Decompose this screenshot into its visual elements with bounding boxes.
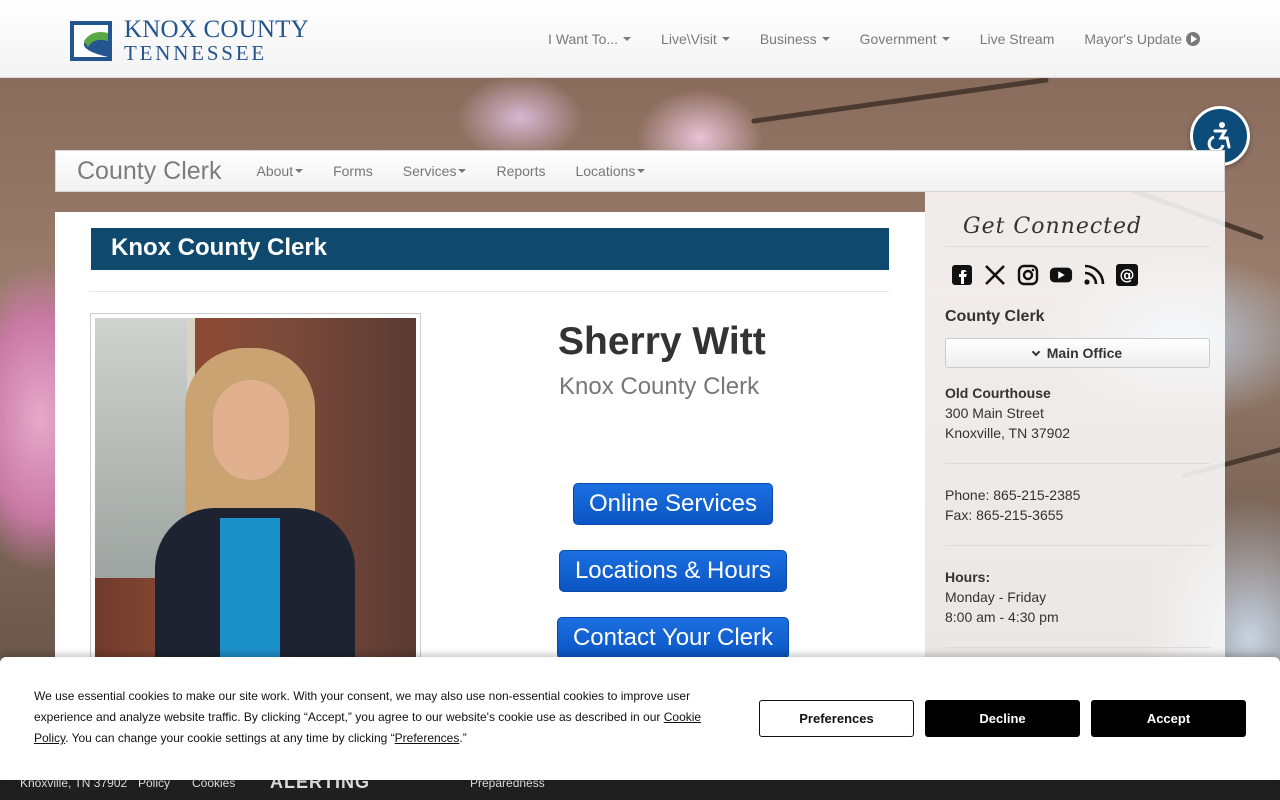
phone-number: Phone: 865-215-2385: [945, 487, 1081, 503]
divider: [945, 246, 1210, 247]
county-logo-icon: [70, 20, 112, 61]
subnav-label: Services: [402, 163, 457, 179]
divider: [945, 463, 1210, 464]
section-nav: County Clerk About Forms Services Report…: [55, 150, 1225, 192]
subnav-services[interactable]: Services: [403, 163, 467, 179]
subnav-label: About: [256, 163, 294, 179]
caret-down-icon: [941, 37, 950, 41]
clerk-role: Knox County Clerk: [559, 373, 760, 400]
branch-decoration: [751, 78, 1049, 124]
rss-icon[interactable]: [1082, 263, 1106, 287]
nav-label: Live Stream: [979, 31, 1055, 47]
divider: [945, 647, 1210, 648]
subnav-about[interactable]: About: [257, 163, 304, 179]
dropdown-label: Main Office: [1046, 345, 1123, 361]
nav-live-visit[interactable]: Live\Visit: [661, 31, 730, 47]
nav-label: I Want To...: [548, 31, 619, 47]
fax-number: Fax: 865-215-3655: [945, 507, 1064, 523]
nav-business[interactable]: Business: [760, 31, 830, 47]
divider: [945, 545, 1210, 546]
nav-i-want-to[interactable]: I Want To...: [548, 31, 632, 47]
caret-down-icon: [637, 169, 646, 173]
cookie-banner: We use essential cookies to make our sit…: [0, 657, 1280, 780]
facebook-icon[interactable]: [950, 263, 974, 287]
address-street: 300 Main Street: [945, 405, 1044, 421]
hours-label: Hours:: [945, 569, 991, 585]
main-nav: I Want To... Live\Visit Business Governm…: [548, 31, 1200, 47]
preferences-button[interactable]: Preferences: [759, 700, 914, 737]
subnav-locations[interactable]: Locations: [575, 163, 646, 179]
nav-label: Business: [759, 31, 817, 47]
subnav-reports[interactable]: Reports: [496, 163, 545, 179]
divider: [89, 291, 889, 292]
site-logo[interactable]: KNOX COUNTY TENNESSEE: [70, 17, 309, 64]
nav-label: Mayor's Update: [1084, 31, 1182, 47]
contact-clerk-button[interactable]: Contact Your Clerk: [557, 617, 789, 659]
cookie-text-2: . You can change your cookie settings at…: [65, 731, 395, 745]
instagram-icon[interactable]: [1016, 263, 1040, 287]
office-dropdown[interactable]: Main Office: [945, 338, 1210, 368]
nav-label: Live\Visit: [661, 31, 717, 47]
nav-live-stream[interactable]: Live Stream: [980, 31, 1055, 47]
x-icon[interactable]: [983, 263, 1007, 287]
subnav-label: Locations: [575, 163, 636, 179]
main-content: Knox County Clerk Sherry Witt Knox Count…: [55, 212, 925, 683]
get-connected-heading: Get Connected: [963, 214, 1143, 239]
decline-button[interactable]: Decline: [925, 700, 1080, 737]
sidebar: Get Connected @ County Clerk Main Office…: [925, 192, 1225, 682]
nav-label: Government: [859, 31, 937, 47]
play-circle-icon: [1186, 32, 1200, 46]
logo-line1: KNOX COUNTY: [124, 16, 309, 43]
page-title: Knox County Clerk: [91, 228, 889, 270]
hours-time: 8:00 am - 4:30 pm: [945, 609, 1059, 625]
subnav-label: Reports: [496, 163, 546, 179]
address-name: Old Courthouse: [945, 385, 1051, 401]
caret-down-icon: [295, 169, 304, 173]
caret-down-icon: [721, 37, 730, 41]
section-brand[interactable]: County Clerk: [77, 157, 222, 186]
subnav-label: Forms: [333, 163, 373, 179]
address-city: Knoxville, TN 37902: [945, 425, 1071, 441]
sidebar-section-title: County Clerk: [945, 308, 1045, 325]
subnav-forms[interactable]: Forms: [333, 163, 373, 179]
logo-line2: TENNESSEE: [124, 41, 268, 65]
caret-down-icon: [623, 37, 632, 41]
chevron-down-icon: [1031, 347, 1041, 356]
social-links: @: [950, 263, 1139, 287]
youtube-icon[interactable]: [1049, 263, 1073, 287]
nav-government[interactable]: Government: [860, 31, 950, 47]
caret-down-icon: [821, 37, 830, 41]
clerk-name: Sherry Witt: [558, 320, 766, 363]
cookie-message: We use essential cookies to make our sit…: [34, 686, 724, 749]
wheelchair-icon: [1207, 122, 1231, 151]
cookie-text-1: We use essential cookies to make our sit…: [34, 689, 691, 724]
svg-text:@: @: [1120, 266, 1135, 284]
preferences-link[interactable]: Preferences: [395, 731, 460, 745]
email-icon[interactable]: @: [1115, 263, 1139, 287]
caret-down-icon: [458, 169, 467, 173]
clerk-photo: [90, 313, 421, 683]
locations-hours-button[interactable]: Locations & Hours: [559, 550, 787, 592]
hours-days: Monday - Friday: [945, 589, 1047, 605]
accept-button[interactable]: Accept: [1091, 700, 1246, 737]
nav-mayors-update[interactable]: Mayor's Update: [1084, 31, 1200, 47]
cookie-text-3: .”: [459, 731, 467, 745]
online-services-button[interactable]: Online Services: [573, 483, 773, 525]
site-header: KNOX COUNTY TENNESSEE I Want To... Live\…: [0, 0, 1280, 78]
